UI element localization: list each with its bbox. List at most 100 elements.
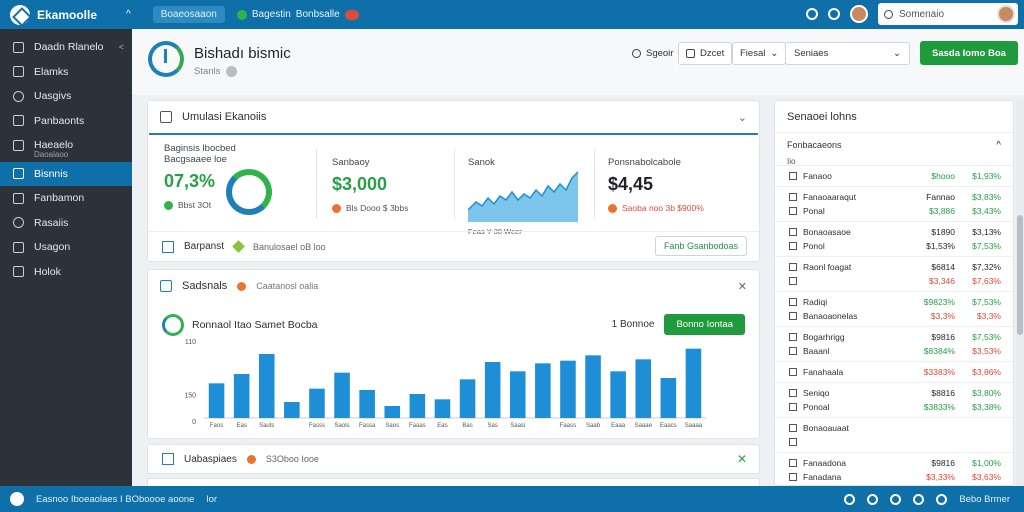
chart-bar[interactable]	[409, 394, 426, 418]
kpi-card[interactable]: Sanok Feas Y 30 Weer	[467, 157, 580, 236]
sidebar-item-haeaelo[interactable]: Haeaelo	[0, 133, 132, 158]
kpi-label: Ponsnabolcabole	[608, 157, 681, 168]
kpi-label: Sanbaoy	[332, 157, 370, 168]
alert-icon[interactable]	[344, 9, 359, 20]
header-filter-dropdown[interactable]: Fiesal ⌄	[732, 42, 787, 65]
list-item[interactable]: Seniqo $8816 $3,80% Ponoal $3833% $3,38%	[775, 382, 1013, 417]
user-avatar[interactable]	[850, 5, 868, 23]
header-dzcet-button[interactable]: Dzcet	[678, 42, 733, 65]
chart-bar[interactable]	[484, 362, 501, 418]
close-icon[interactable]: ✕	[737, 452, 747, 466]
x-tick-label: Fassa	[359, 423, 376, 429]
row-value: Fannao	[926, 192, 955, 202]
list-item[interactable]: Fanahaala $3383% $3,86%	[775, 361, 1013, 382]
sidebar-item-users[interactable]: Uasgivs	[0, 84, 132, 109]
list-item[interactable]: Bogarhrigg $9816 $7,53% Baaanl $8384% $3,53%	[775, 326, 1013, 361]
chart-bar[interactable]	[233, 374, 250, 418]
chart-bar[interactable]	[384, 406, 401, 418]
list-item[interactable]: Radiqi $9823% $7,53% Banaoaonelas $3,3% $3,3%	[775, 291, 1013, 326]
sidebar-item-bisnnis[interactable]: Bisnnis	[0, 161, 132, 186]
chart-bar[interactable]	[434, 399, 451, 418]
search-avatar[interactable]	[997, 5, 1015, 23]
page-logo-icon	[148, 41, 184, 77]
settings-icon[interactable]	[936, 493, 948, 505]
row-label: Ponol	[803, 241, 825, 251]
workspace-chip[interactable]: Boaeosaaon	[152, 6, 225, 23]
chevron-left-icon[interactable]: <	[119, 42, 124, 52]
row-icon	[789, 403, 797, 411]
chart-bar[interactable]	[610, 371, 626, 418]
header-search-button[interactable]: Sgeoir	[632, 42, 673, 65]
sidebar-item-rasaiis[interactable]: Rasaiis	[0, 211, 132, 236]
chart-bar[interactable]	[509, 371, 526, 418]
right-panel-subheader[interactable]: Fonbacaeons ^	[775, 133, 1013, 157]
panel-icon	[160, 111, 172, 123]
kpi-card[interactable]: Baginsis lbocbed Bacgsaaee loe 07,3% Bbs…	[164, 143, 236, 210]
close-icon[interactable]: ✕	[738, 280, 747, 293]
sync-icon[interactable]	[867, 493, 879, 505]
chevron-up-icon[interactable]: ^	[126, 9, 131, 20]
sidebar-item-fanbamon[interactable]: Fanbamon	[0, 186, 132, 211]
info-icon[interactable]	[844, 493, 856, 505]
list-item[interactable]: Fanaadona $9816 $1,00% Fanadana $3,33% $3,63%	[775, 452, 1013, 485]
row-label: Bonaoasaoe	[803, 227, 851, 237]
app-logo[interactable]: Ekamoolle	[0, 4, 118, 25]
chart-bar[interactable]	[309, 388, 325, 418]
row-icon	[789, 298, 797, 306]
info-icon[interactable]	[226, 66, 238, 77]
kpi-card[interactable]: Sanbaoy $3,000 Bls Dooo $ 3bbs	[332, 157, 408, 213]
sidebar-item-holok[interactable]: Holok	[0, 260, 132, 285]
user-icon[interactable]	[913, 493, 925, 505]
status-logo-icon	[10, 492, 24, 506]
status-indicator[interactable]: Bagestin Bonbsalle	[236, 9, 359, 20]
kpi-card[interactable]: Ponsnabolcabole $4,45 Saoba noo 3b $900%	[608, 157, 704, 213]
chart-bar[interactable]	[635, 359, 652, 418]
chart-bar[interactable]	[359, 390, 375, 418]
sidebar-item-dashboard[interactable]: Daadn Rlanelo <	[0, 35, 132, 60]
report-icon	[162, 240, 174, 253]
sidebar-item-usagon[interactable]: Usagon	[0, 235, 132, 260]
kpi-label: Baginsis lbocbed	[164, 143, 236, 154]
divider	[149, 133, 758, 135]
page-header: Bishadı bismic Stanls Sgeoir Dzcet Fiesa…	[132, 29, 1024, 95]
chart-bar[interactable]	[535, 363, 551, 418]
chart-range-label[interactable]: 1 Bonnoe	[612, 319, 655, 330]
chart-bar[interactable]	[660, 378, 677, 418]
scrollbar[interactable]	[1016, 100, 1024, 486]
list-item[interactable]: Bonaoasaoe $1890 $3,13% Ponol $1,53% $7,53%	[775, 221, 1013, 256]
chevron-down-icon[interactable]: ⌄	[738, 111, 747, 124]
global-search[interactable]: Somenaio	[878, 3, 1018, 25]
x-tick-label: Saasi	[510, 423, 525, 429]
primary-action-button[interactable]: Sasda Iomo Boa	[920, 41, 1018, 65]
chart-bar[interactable]	[334, 372, 350, 418]
chart-bar[interactable]	[585, 355, 601, 418]
row-icon	[789, 389, 797, 397]
bell-icon[interactable]	[890, 493, 902, 505]
row-label: Radiqi	[803, 297, 828, 307]
list-item[interactable]: Fanaoaaraqut Fannao $3,83% Ponal $3,886 $3,43…	[775, 186, 1013, 221]
donut-chart	[226, 169, 272, 215]
chart-bar[interactable]	[560, 360, 576, 418]
chevron-up-icon[interactable]: ^	[996, 140, 1001, 151]
list-item[interactable]: Raonl foagat $6814 $7,32% $3,346 $7,63%	[775, 256, 1013, 291]
help-icon[interactable]	[806, 8, 818, 20]
status-bar-right-label[interactable]: Bebo Brmer	[959, 494, 1010, 505]
app-name: Ekamoolle	[37, 7, 98, 22]
list-item[interactable]: Bonaoauaat	[775, 417, 1013, 452]
footer-action-button[interactable]: Fanb Gsanbodoas	[654, 236, 747, 256]
scrollbar-thumb[interactable]	[1017, 215, 1023, 335]
status-bar: Easnoo Iboeaolaes I BOboooe aoone lor Be…	[0, 486, 1024, 512]
chart-bar[interactable]	[459, 379, 476, 418]
kpi-value: $4,45	[608, 174, 654, 194]
list-item[interactable]: Fanaoo $hooo $1,93%	[775, 165, 1013, 186]
chart-bar[interactable]	[685, 348, 702, 418]
chart-bar[interactable]	[258, 354, 275, 418]
chart-bar[interactable]	[284, 402, 300, 418]
chart-action-button[interactable]: Bonno Iontaa	[664, 314, 745, 335]
sidebar-item-panbaonts[interactable]: Panbaonts	[0, 109, 132, 134]
chart-bar[interactable]	[208, 383, 225, 418]
sidebar-item-elamks[interactable]: Elamks	[0, 60, 132, 85]
row-label: Seniqo	[803, 388, 830, 398]
settings-icon[interactable]	[828, 8, 840, 20]
header-select[interactable]: Seniaes ⌄	[785, 42, 910, 65]
